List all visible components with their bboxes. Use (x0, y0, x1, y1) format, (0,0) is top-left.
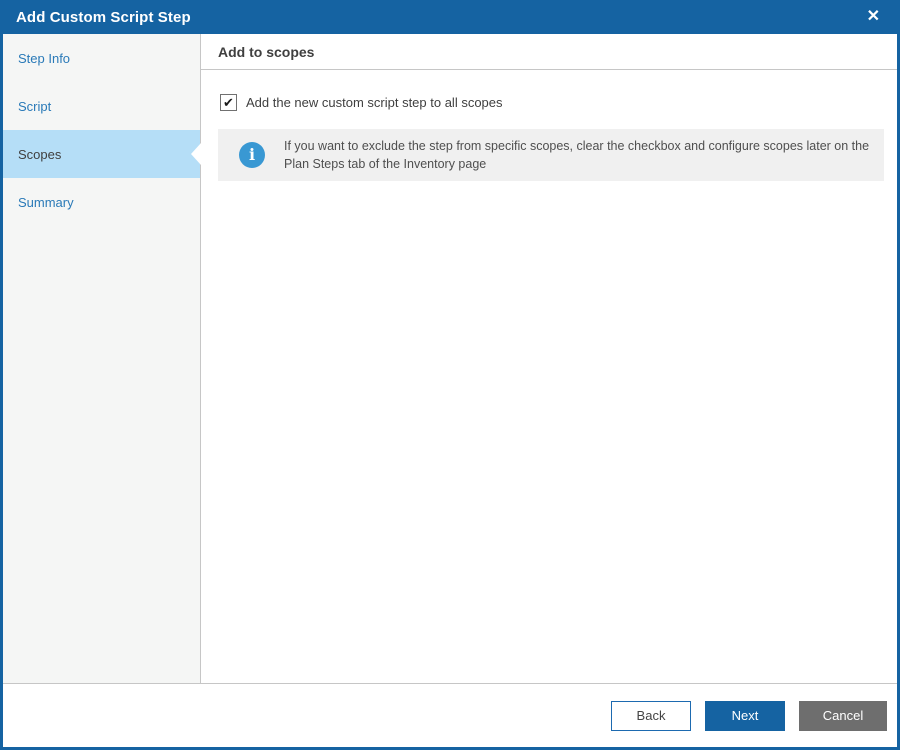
info-banner-text: If you want to exclude the step from spe… (284, 139, 870, 172)
sidebar-item-step-info[interactable]: Step Info (3, 34, 200, 82)
title-bar: Add Custom Script Step ✕ (3, 0, 897, 34)
dialog-title: Add Custom Script Step (16, 8, 191, 26)
sidebar-item-summary[interactable]: Summary (3, 178, 200, 226)
sidebar-item-label: Step Info (18, 50, 71, 66)
sidebar-item-script[interactable]: Script (3, 82, 200, 130)
sidebar-item-label: Scopes (18, 146, 62, 162)
back-button[interactable]: Back (611, 700, 691, 731)
all-scopes-checkbox-row: ✔ Add the new custom script step to all … (220, 94, 884, 111)
checkmark-icon: ✔ (223, 95, 234, 110)
sidebar-item-label: Summary (18, 194, 74, 210)
sidebar-item-scopes[interactable]: Scopes (3, 130, 201, 178)
page-title: Add to scopes (201, 34, 897, 70)
dialog-window: Add Custom Script Step ✕ Step Info Scrip… (0, 0, 900, 750)
dialog-footer: Back Next Cancel (3, 683, 897, 747)
dialog-body: Step Info Script Scopes Summary Add to s… (3, 34, 897, 683)
main-panel: Add to scopes ✔ Add the new custom scrip… (201, 34, 897, 683)
wizard-steps-sidebar: Step Info Script Scopes Summary (3, 34, 201, 683)
all-scopes-checkbox-label[interactable]: Add the new custom script step to all sc… (246, 95, 503, 110)
info-banner: i If you want to exclude the step from s… (218, 129, 884, 182)
cancel-button[interactable]: Cancel (799, 700, 887, 731)
selected-step-arrow (191, 143, 201, 165)
close-icon[interactable]: ✕ (863, 7, 884, 27)
next-button[interactable]: Next (705, 700, 785, 731)
sidebar-item-label: Script (18, 98, 52, 114)
scopes-content: ✔ Add the new custom script step to all … (201, 70, 897, 683)
all-scopes-checkbox[interactable]: ✔ (220, 94, 237, 111)
info-icon: i (239, 142, 265, 169)
